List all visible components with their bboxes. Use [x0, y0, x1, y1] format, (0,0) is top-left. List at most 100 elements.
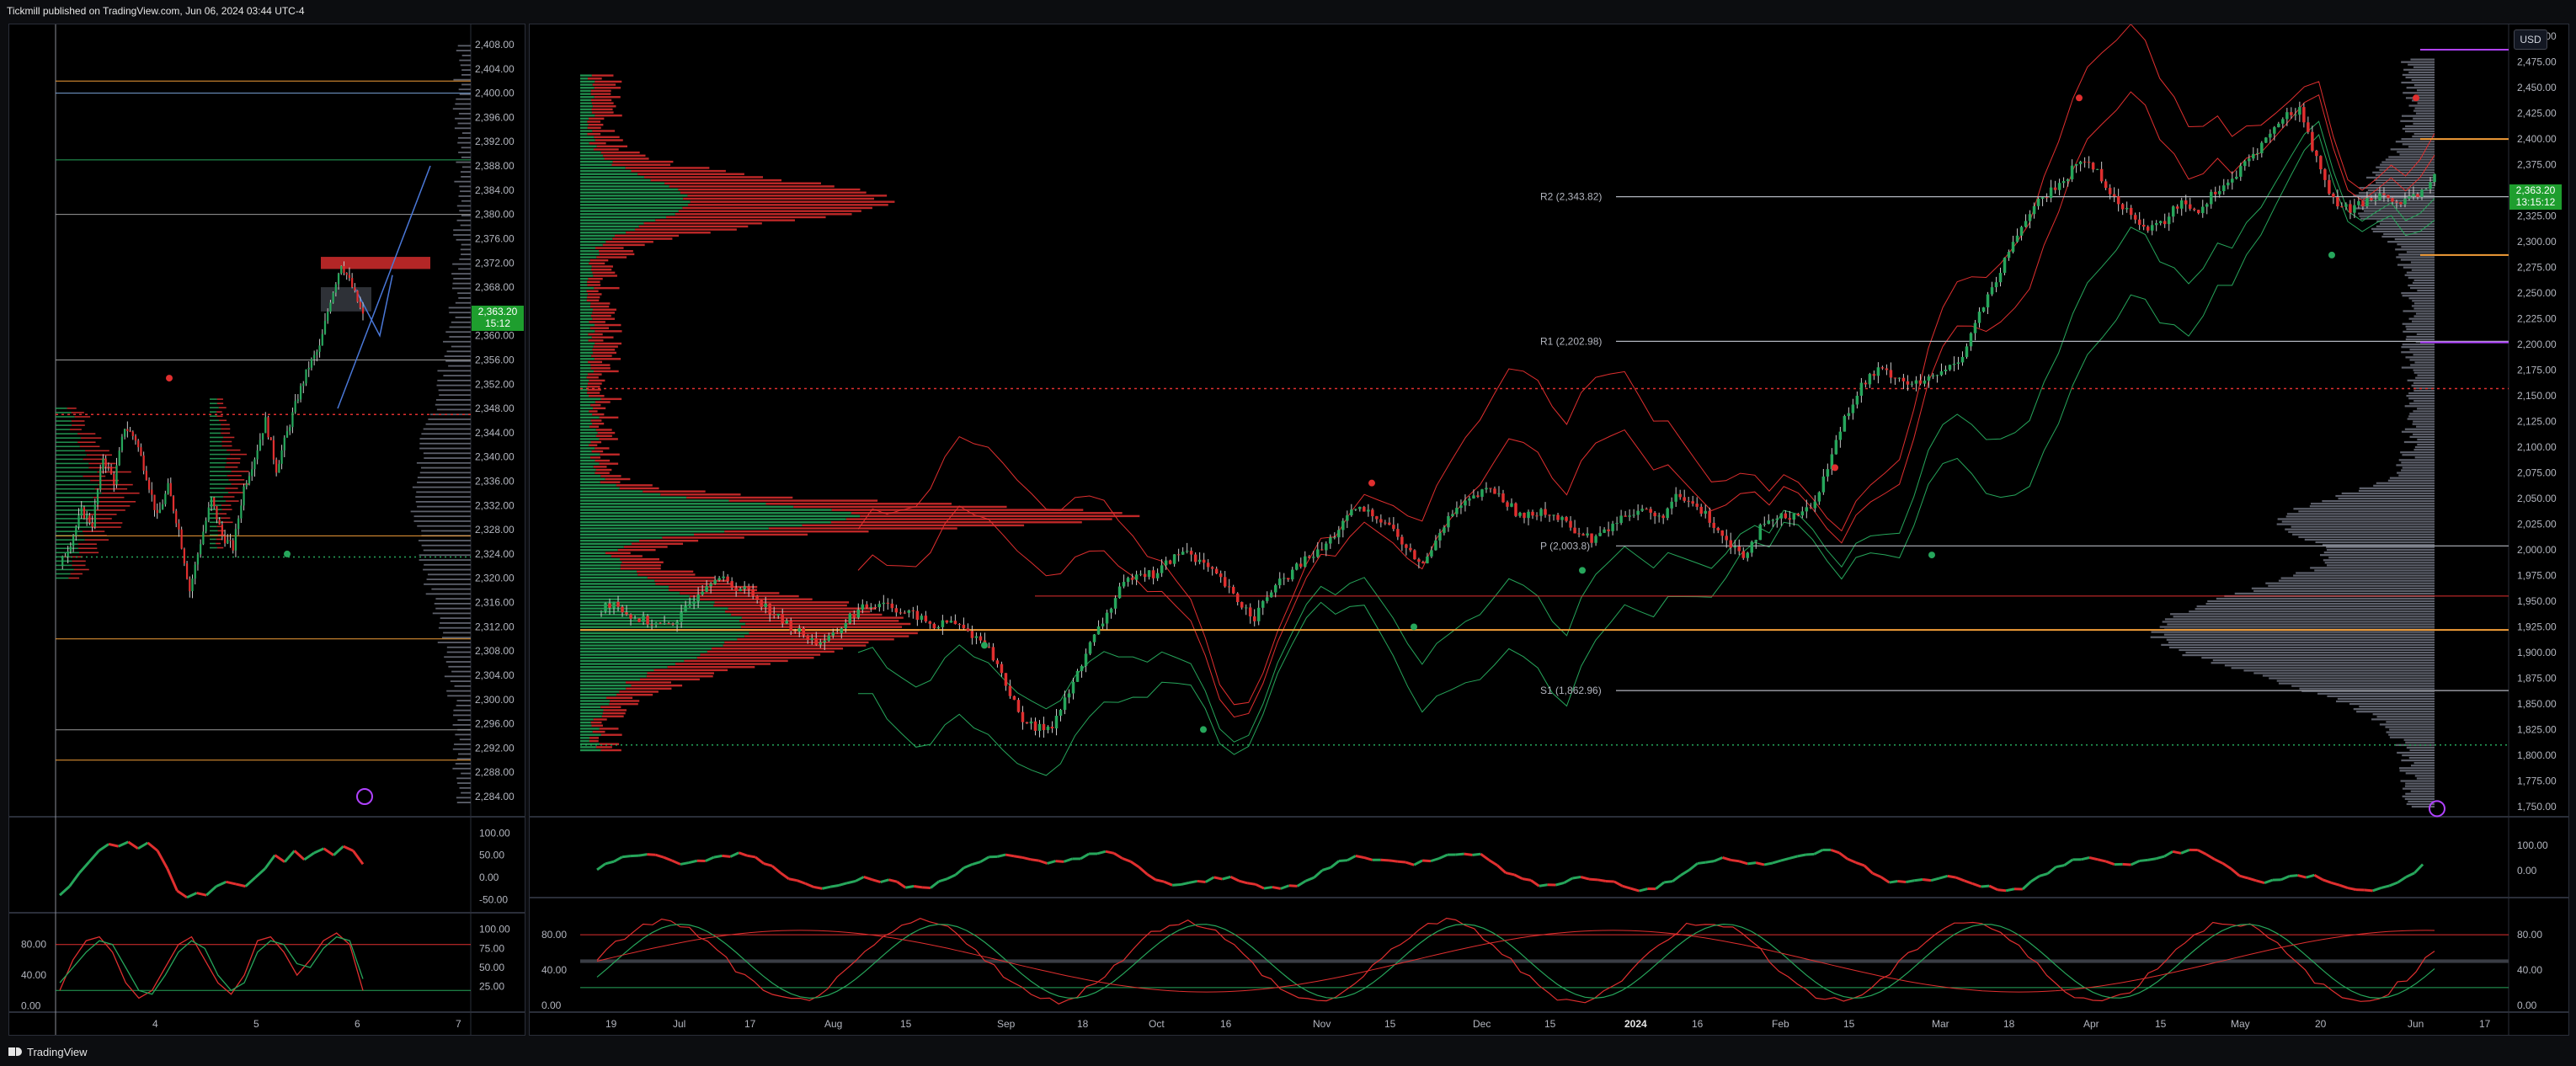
range-profile-buy: [580, 690, 620, 693]
candle-body: [1244, 607, 1248, 609]
osc-segment: [166, 867, 179, 892]
range-profile-sell: [595, 472, 610, 474]
volume-profile-bar: [455, 317, 471, 318]
osc-segment: [1914, 877, 1923, 882]
range-profile-sell: [689, 594, 799, 598]
volume-profile-bar: [2322, 500, 2435, 503]
range-profile-sell: [591, 354, 612, 357]
volume-profile-bar: [2401, 760, 2435, 762]
volume-profile-bar: [2358, 212, 2435, 215]
volume-profile-bar: [425, 423, 471, 425]
range-profile-sell: [619, 557, 659, 561]
range-profile-buy: [580, 234, 615, 237]
range-profile-sell: [594, 96, 621, 99]
session-profile-buy: [56, 577, 69, 579]
candle-body: [1548, 514, 1551, 516]
range-profile-buy: [580, 546, 624, 548]
envelope-line: [857, 24, 2435, 706]
candle-body: [134, 435, 137, 441]
candle-body: [810, 637, 813, 641]
volume-profile-bar: [2182, 653, 2435, 657]
candle-body: [1075, 670, 1080, 682]
session-profile-buy: [56, 450, 86, 452]
candle-body: [259, 440, 261, 450]
volume-profile-bar: [2205, 603, 2435, 605]
volume-profile-bar: [457, 122, 471, 125]
osc-segment: [254, 867, 266, 879]
volume-profile-bar: [2335, 700, 2435, 703]
volume-profile-bar: [2327, 695, 2435, 697]
candle-body: [1485, 488, 1488, 490]
x-tick-label: 17: [744, 1018, 756, 1030]
range-profile-sell: [595, 459, 611, 462]
osc-segment: [1630, 887, 1640, 893]
osc-segment: [2056, 864, 2065, 869]
candle-body: [1758, 525, 1763, 541]
volume-profile-bar: [435, 399, 471, 401]
candle-body: [145, 471, 147, 480]
osc-segment: [1588, 877, 1598, 882]
volume-profile-bar: [2173, 616, 2435, 618]
volume-profile-bar: [457, 136, 471, 139]
right-chart-canvas[interactable]: R2 (2,343.82)R1 (2,202.98)P (2,003.8)S1 …: [530, 24, 2568, 1035]
candle-body: [1708, 510, 1711, 523]
candle-body: [234, 529, 237, 551]
session-profile-sell: [227, 457, 241, 460]
volume-profile-bar: [2251, 587, 2435, 589]
volume-profile-bar: [2309, 505, 2435, 508]
volume-profile-bar: [2326, 548, 2435, 552]
range-profile-sell: [602, 243, 645, 247]
candle-body: [1059, 710, 1063, 717]
volume-profile-bar: [2381, 235, 2435, 238]
range-profile-buy: [580, 102, 592, 104]
candle-body: [814, 637, 818, 645]
candle-body: [1699, 506, 1703, 514]
candle-body: [684, 606, 687, 613]
candle-body: [1594, 536, 1597, 543]
candle-body: [2141, 224, 2146, 227]
volume-profile-bar: [2417, 289, 2435, 292]
candle-body: [109, 466, 113, 475]
session-profile-buy: [210, 411, 217, 413]
candle-body: [2416, 194, 2419, 197]
volume-profile-bar: [2326, 564, 2435, 567]
range-profile-buy: [580, 592, 680, 594]
candle-body: [107, 466, 109, 468]
volume-profile-bar: [2410, 765, 2435, 767]
osc-segment: [2255, 879, 2265, 884]
right-chart-panel[interactable]: R2 (2,343.82) R1 (2,202.98) P (2,003.8) S1 …: [529, 24, 2569, 1036]
candle-body: [218, 520, 221, 525]
osc-segment: [1229, 876, 1240, 882]
candle-body: [91, 522, 93, 527]
osc-segment: [303, 851, 315, 861]
range-profile-buy: [580, 197, 684, 200]
volume-profile-bar: [2265, 582, 2435, 584]
left-chart-panel[interactable]: 2,408.00 2,404.00 2,400.00 2,396.00 2,392.00…: [8, 24, 525, 1036]
volume-profile-bar: [2367, 189, 2435, 192]
y-tick-label: 2,336.00: [475, 476, 515, 488]
range-profile-sell: [595, 401, 611, 403]
range-profile-sell: [595, 746, 612, 749]
left-chart-canvas[interactable]: 2,408.002,404.002,400.002,396.002,392.00…: [9, 24, 525, 1035]
volume-profile-bar: [460, 248, 471, 251]
envelope-line: [857, 91, 2435, 718]
candle-body: [131, 431, 134, 436]
osc-segment: [663, 855, 673, 862]
range-profile-sell: [596, 145, 628, 148]
range-profile-sell: [713, 604, 847, 607]
osc-segment: [1113, 852, 1123, 860]
candle-body: [1333, 537, 1336, 539]
candle-body: [237, 518, 240, 530]
candle-body: [1674, 493, 1677, 502]
osc-segment: [596, 862, 606, 871]
volume-profile-bar: [2402, 73, 2435, 77]
candle-body: [2408, 196, 2411, 199]
range-profile-buy: [580, 87, 595, 89]
osc-segment: [2005, 887, 2015, 893]
currency-button[interactable]: USD: [2514, 29, 2547, 50]
y-tick-label: 2,450.00: [2517, 82, 2557, 93]
volume-profile-bar: [2323, 559, 2435, 562]
osc-segment: [2172, 850, 2182, 855]
candle-body: [2243, 161, 2247, 167]
volume-profile-bar: [2412, 136, 2435, 138]
